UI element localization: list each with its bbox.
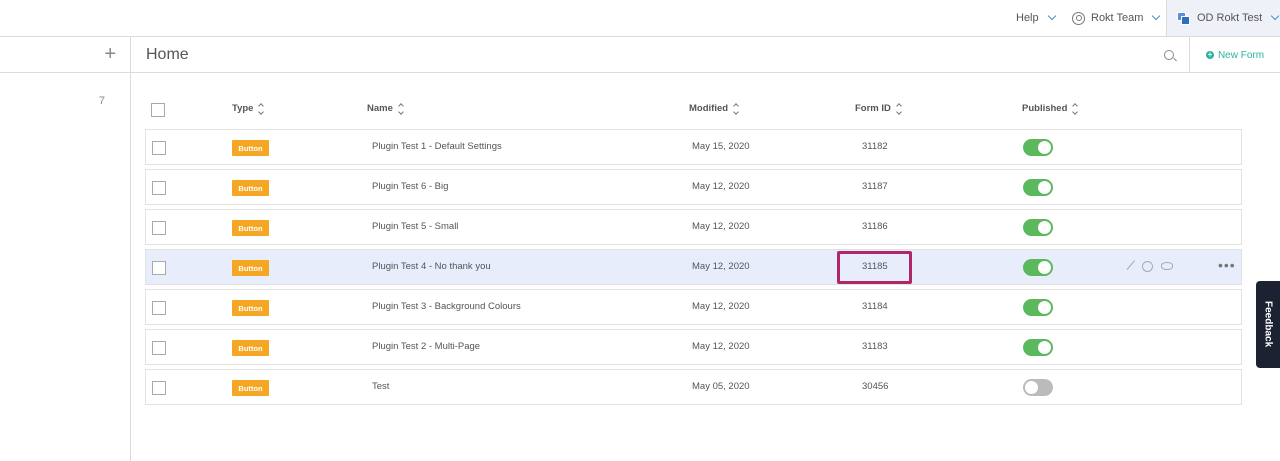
table-row[interactable]: Button Plugin Test 5 - Small May 12, 202… bbox=[145, 209, 1242, 245]
column-header-name[interactable]: Name bbox=[367, 102, 404, 115]
search-icon[interactable] bbox=[1164, 50, 1174, 60]
plus-circle-icon: + bbox=[1205, 50, 1214, 59]
modified-date: May 12, 2020 bbox=[692, 341, 750, 352]
form-id: 30456 bbox=[862, 381, 889, 392]
add-folder-button[interactable]: + bbox=[104, 43, 116, 66]
published-toggle[interactable] bbox=[1023, 219, 1053, 236]
column-label: Name bbox=[367, 103, 393, 114]
published-toggle[interactable] bbox=[1023, 259, 1053, 276]
sort-icon bbox=[258, 102, 265, 115]
eye-icon[interactable] bbox=[1161, 262, 1173, 270]
sort-icon bbox=[1072, 102, 1079, 115]
sidebar-header: + bbox=[0, 37, 130, 73]
org-switcher[interactable]: OD Rokt Test bbox=[1166, 0, 1280, 36]
column-header-type[interactable]: Type bbox=[232, 102, 265, 115]
modified-date: May 12, 2020 bbox=[692, 221, 750, 232]
help-menu[interactable]: Help bbox=[1016, 0, 1056, 36]
column-label: Published bbox=[1022, 103, 1068, 114]
modified-date: May 12, 2020 bbox=[692, 181, 750, 192]
new-form-button[interactable]: + New Form bbox=[1189, 37, 1280, 73]
chevron-down-icon bbox=[1270, 11, 1280, 21]
chevron-down-icon bbox=[1047, 11, 1056, 21]
type-badge: Button bbox=[232, 140, 269, 156]
type-badge: Button bbox=[232, 180, 269, 196]
table-row[interactable]: Button Plugin Test 2 - Multi-Page May 12… bbox=[145, 329, 1242, 365]
team-label: Rokt Team bbox=[1091, 12, 1144, 24]
column-label: Modified bbox=[689, 103, 729, 114]
form-name[interactable]: Plugin Test 1 - Default Settings bbox=[372, 141, 502, 152]
column-header-form-id[interactable]: Form ID bbox=[855, 102, 902, 115]
top-bar: Help Rokt Team OD Rokt Test bbox=[0, 0, 1280, 37]
form-id: 31182 bbox=[862, 141, 888, 152]
table-header: Type Name Modified Form ID Published bbox=[145, 95, 1242, 125]
modified-date: May 15, 2020 bbox=[692, 141, 750, 152]
form-id: 31186 bbox=[862, 221, 888, 232]
modified-date: May 05, 2020 bbox=[692, 381, 750, 392]
form-id: 31184 bbox=[862, 301, 888, 312]
select-all-checkbox[interactable] bbox=[151, 103, 165, 117]
column-label: Form ID bbox=[855, 103, 891, 114]
form-name[interactable]: Plugin Test 6 - Big bbox=[372, 181, 448, 192]
feedback-tab[interactable]: Feedback bbox=[1256, 281, 1280, 368]
help-label: Help bbox=[1016, 12, 1039, 24]
new-form-label: New Form bbox=[1217, 49, 1265, 61]
row-checkbox[interactable] bbox=[152, 141, 166, 155]
type-badge: Button bbox=[232, 300, 269, 316]
type-badge: Button bbox=[232, 260, 269, 276]
form-name[interactable]: Plugin Test 3 - Background Colours bbox=[372, 301, 521, 312]
table-row[interactable]: Button Plugin Test 6 - Big May 12, 2020 … bbox=[145, 169, 1242, 205]
form-id: 31183 bbox=[862, 341, 888, 352]
chevron-down-icon bbox=[1152, 11, 1161, 21]
published-toggle[interactable] bbox=[1023, 139, 1053, 156]
modified-date: May 12, 2020 bbox=[692, 261, 750, 272]
row-checkbox[interactable] bbox=[152, 181, 166, 195]
row-checkbox[interactable] bbox=[152, 261, 166, 275]
organization-icon bbox=[1177, 11, 1191, 25]
column-label: Type bbox=[232, 103, 254, 114]
type-badge: Button bbox=[232, 340, 269, 356]
row-checkbox[interactable] bbox=[152, 301, 166, 315]
more-options-icon[interactable]: ••• bbox=[1218, 257, 1236, 273]
form-id: 31187 bbox=[862, 181, 888, 192]
page-title: Home bbox=[146, 46, 189, 63]
form-name[interactable]: Test bbox=[372, 381, 389, 392]
sort-icon bbox=[733, 102, 739, 115]
table-row[interactable]: Button Plugin Test 4 - No thank you May … bbox=[145, 249, 1242, 285]
form-name[interactable]: Plugin Test 5 - Small bbox=[372, 221, 458, 232]
row-checkbox[interactable] bbox=[152, 221, 166, 235]
org-label: OD Rokt Test bbox=[1197, 12, 1263, 24]
type-badge: Button bbox=[232, 220, 269, 236]
sidebar: + 7 bbox=[0, 37, 131, 461]
user-icon bbox=[1072, 11, 1085, 25]
target-icon[interactable] bbox=[1142, 260, 1153, 272]
published-toggle[interactable] bbox=[1023, 379, 1053, 396]
published-toggle[interactable] bbox=[1023, 179, 1053, 196]
row-checkbox[interactable] bbox=[152, 381, 166, 395]
type-badge: Button bbox=[232, 380, 269, 396]
form-id: 31185 bbox=[862, 261, 888, 272]
published-toggle[interactable] bbox=[1023, 339, 1053, 356]
table-row[interactable]: Button Plugin Test 3 - Background Colour… bbox=[145, 289, 1242, 325]
sort-icon bbox=[398, 102, 404, 115]
feedback-label: Feedback bbox=[1262, 301, 1274, 348]
table-row[interactable]: Button Plugin Test 1 - Default Settings … bbox=[145, 129, 1242, 165]
modified-date: May 12, 2020 bbox=[692, 301, 750, 312]
table-row[interactable]: Button Test May 05, 2020 30456 bbox=[145, 369, 1242, 405]
sort-icon bbox=[896, 102, 902, 115]
edit-icon[interactable] bbox=[1126, 260, 1138, 272]
forms-table: Type Name Modified Form ID Published But… bbox=[145, 95, 1242, 405]
row-actions bbox=[1126, 260, 1173, 272]
folder-count: 7 bbox=[98, 95, 105, 107]
page-header: Home + New Form bbox=[131, 37, 1280, 73]
column-header-published[interactable]: Published bbox=[1022, 102, 1079, 115]
published-toggle[interactable] bbox=[1023, 299, 1053, 316]
form-name[interactable]: Plugin Test 2 - Multi-Page bbox=[372, 341, 480, 352]
column-header-modified[interactable]: Modified bbox=[689, 102, 739, 115]
form-name[interactable]: Plugin Test 4 - No thank you bbox=[372, 261, 491, 272]
team-menu[interactable]: Rokt Team bbox=[1072, 0, 1161, 36]
row-checkbox[interactable] bbox=[152, 341, 166, 355]
